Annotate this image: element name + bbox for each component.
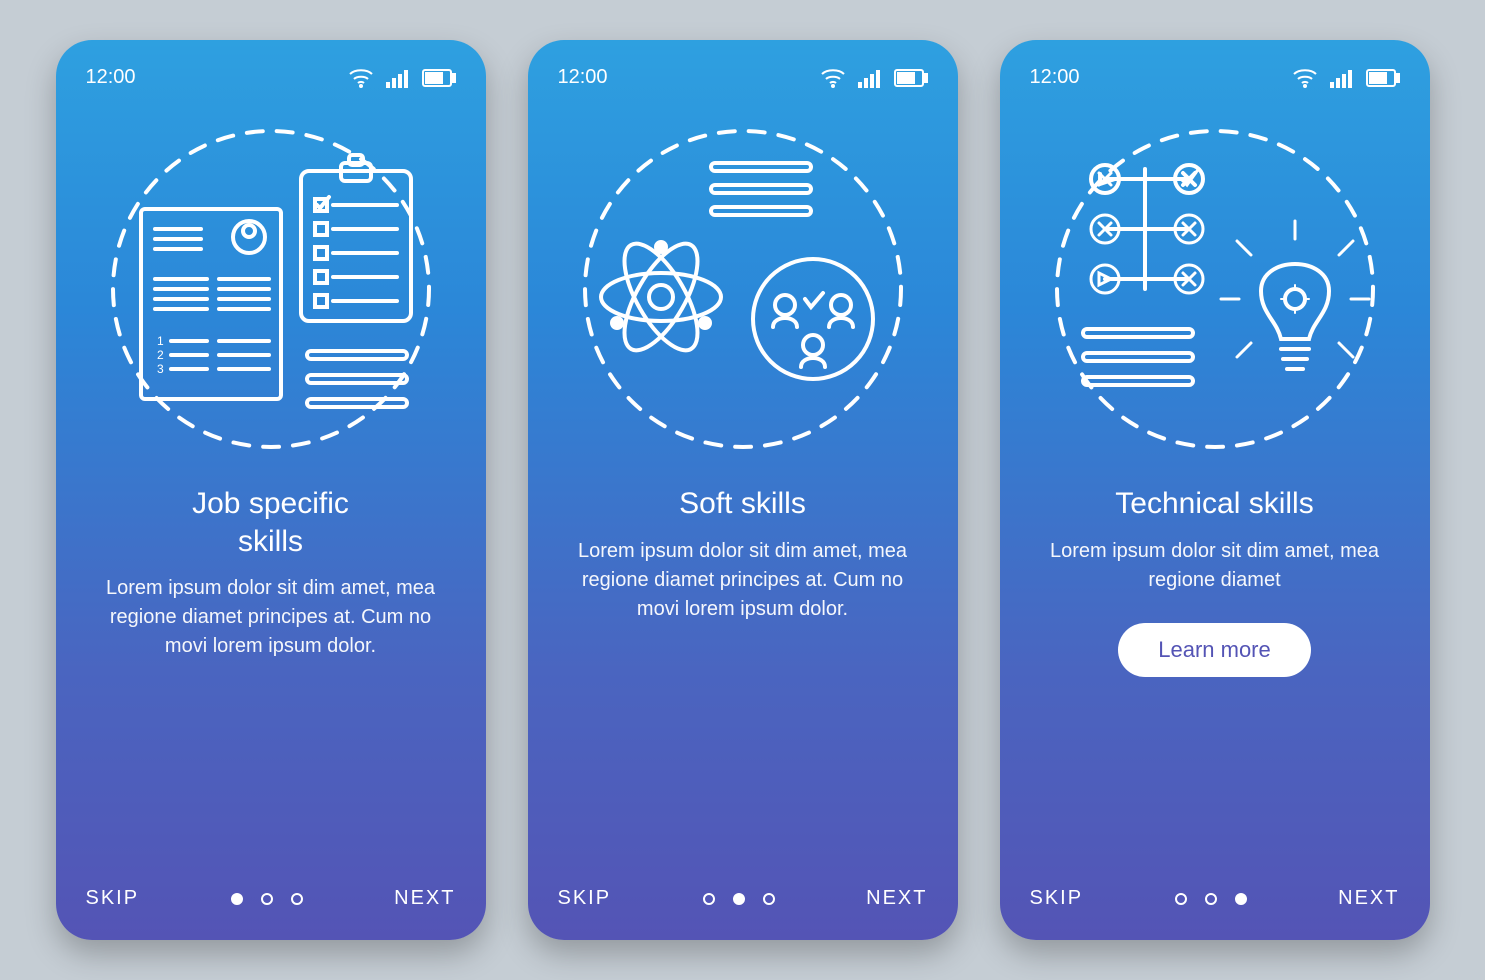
- illustration: 123: [86, 109, 456, 469]
- dot-2[interactable]: [1205, 893, 1217, 905]
- dot-3[interactable]: [1235, 893, 1247, 905]
- page-indicator: [703, 893, 775, 905]
- wifi-icon: [1292, 68, 1318, 88]
- onboarding-footer: SKIP NEXT: [558, 887, 928, 910]
- status-time: 12:00: [558, 66, 608, 89]
- screen-description: Lorem ipsum dolor sit dim amet, mea regi…: [86, 574, 456, 661]
- onboarding-screen-2: 12:00 Soft skills Lorem ipsum dolor sit …: [528, 40, 958, 940]
- status-bar: 12:00: [86, 66, 456, 89]
- decision-idea-icon: [1045, 119, 1385, 459]
- dot-2[interactable]: [261, 893, 273, 905]
- illustration: [1030, 109, 1400, 469]
- learn-more-button[interactable]: Learn more: [1118, 623, 1311, 677]
- signal-icon: [1330, 68, 1354, 88]
- wifi-icon: [348, 68, 374, 88]
- status-icons: [348, 68, 456, 88]
- signal-icon: [386, 68, 410, 88]
- svg-text:1: 1: [157, 334, 164, 348]
- screen-description: Lorem ipsum dolor sit dim amet, mea regi…: [1030, 537, 1400, 595]
- skip-button[interactable]: SKIP: [558, 887, 612, 910]
- onboarding-screen-1: 12:00 123 Job specific skills Lorem: [56, 40, 486, 940]
- screen-description: Lorem ipsum dolor sit dim amet, mea regi…: [558, 537, 928, 624]
- status-icons: [1292, 68, 1400, 88]
- dot-1[interactable]: [1175, 893, 1187, 905]
- dot-3[interactable]: [763, 893, 775, 905]
- dot-2[interactable]: [733, 893, 745, 905]
- status-time: 12:00: [1030, 66, 1080, 89]
- page-indicator: [1175, 893, 1247, 905]
- svg-text:3: 3: [157, 362, 164, 376]
- status-time: 12:00: [86, 66, 136, 89]
- onboarding-footer: SKIP NEXT: [86, 887, 456, 910]
- next-button[interactable]: NEXT: [1338, 887, 1399, 910]
- status-bar: 12:00: [558, 66, 928, 89]
- onboarding-screen-3: 12:00: [1000, 40, 1430, 940]
- skip-button[interactable]: SKIP: [1030, 887, 1084, 910]
- battery-icon: [422, 69, 456, 87]
- dot-1[interactable]: [703, 893, 715, 905]
- screen-title: Job specific skills: [86, 485, 456, 560]
- battery-icon: [1366, 69, 1400, 87]
- screen-title: Technical skills: [1030, 485, 1400, 523]
- status-bar: 12:00: [1030, 66, 1400, 89]
- screen-title: Soft skills: [558, 485, 928, 523]
- dot-1[interactable]: [231, 893, 243, 905]
- atom-team-icon: [573, 119, 913, 459]
- next-button[interactable]: NEXT: [866, 887, 927, 910]
- svg-text:2: 2: [157, 348, 164, 362]
- skip-button[interactable]: SKIP: [86, 887, 140, 910]
- wifi-icon: [820, 68, 846, 88]
- resume-checklist-icon: 123: [101, 119, 441, 459]
- onboarding-footer: SKIP NEXT: [1030, 887, 1400, 910]
- dot-3[interactable]: [291, 893, 303, 905]
- signal-icon: [858, 68, 882, 88]
- battery-icon: [894, 69, 928, 87]
- page-indicator: [231, 893, 303, 905]
- illustration: [558, 109, 928, 469]
- status-icons: [820, 68, 928, 88]
- next-button[interactable]: NEXT: [394, 887, 455, 910]
